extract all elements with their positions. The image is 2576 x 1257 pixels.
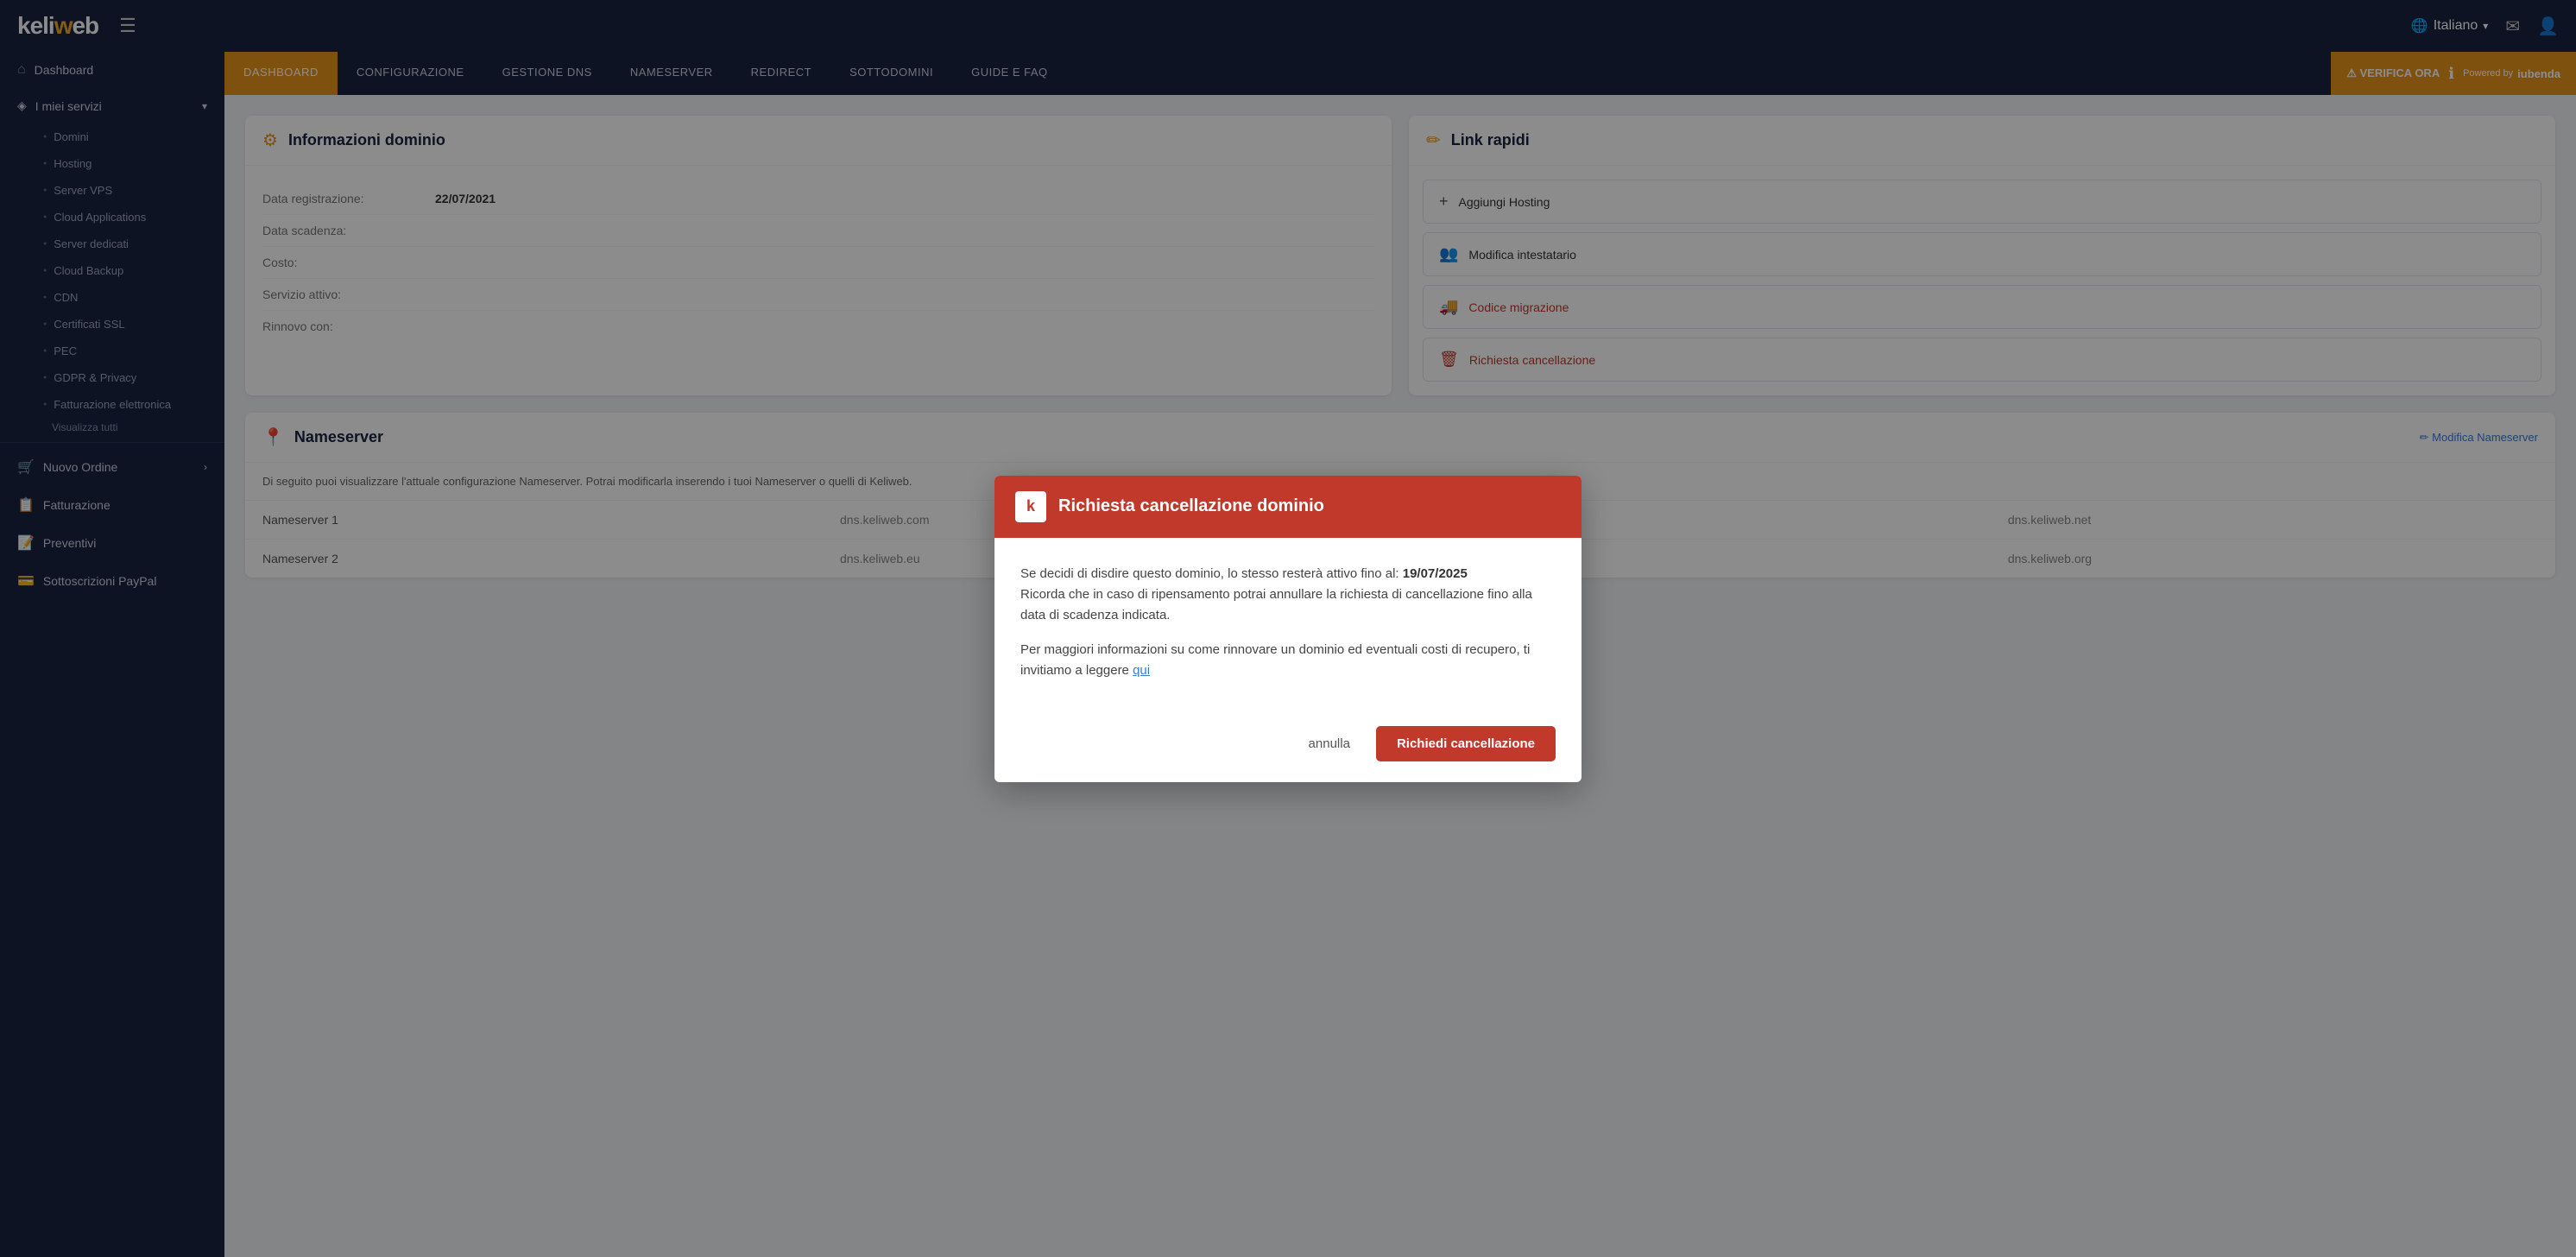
modal-overlay: k Richiesta cancellazione dominio Se dec… — [0, 0, 2576, 1257]
modal-logo: k — [1015, 491, 1046, 522]
read-more-link[interactable]: qui — [1133, 663, 1150, 678]
cancel-button[interactable]: annulla — [1295, 728, 1364, 760]
modal-footer: annulla Richiedi cancellazione — [994, 712, 1582, 782]
modal-body: Se decidi di disdire questo dominio, lo … — [994, 538, 1582, 712]
modal-header: k Richiesta cancellazione dominio — [994, 476, 1582, 538]
modal-paragraph-2: Per maggiori informazioni su come rinnov… — [1020, 640, 1556, 681]
modal-paragraph-1: Se decidi di disdire questo dominio, lo … — [1020, 564, 1556, 626]
modal-title: Richiesta cancellazione dominio — [1058, 496, 1324, 516]
cancellation-modal: k Richiesta cancellazione dominio Se dec… — [994, 476, 1582, 782]
confirm-cancellation-button[interactable]: Richiedi cancellazione — [1376, 726, 1556, 761]
